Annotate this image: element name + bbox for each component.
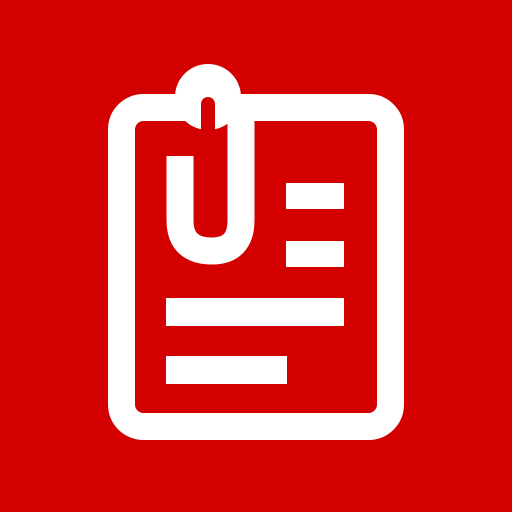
attached-document-icon — [0, 0, 512, 512]
text-line-short-2 — [286, 241, 344, 267]
text-line-medium — [166, 356, 287, 384]
icon-artwork — [0, 0, 512, 512]
text-line-short-1 — [286, 183, 344, 209]
text-line-long — [166, 298, 344, 326]
